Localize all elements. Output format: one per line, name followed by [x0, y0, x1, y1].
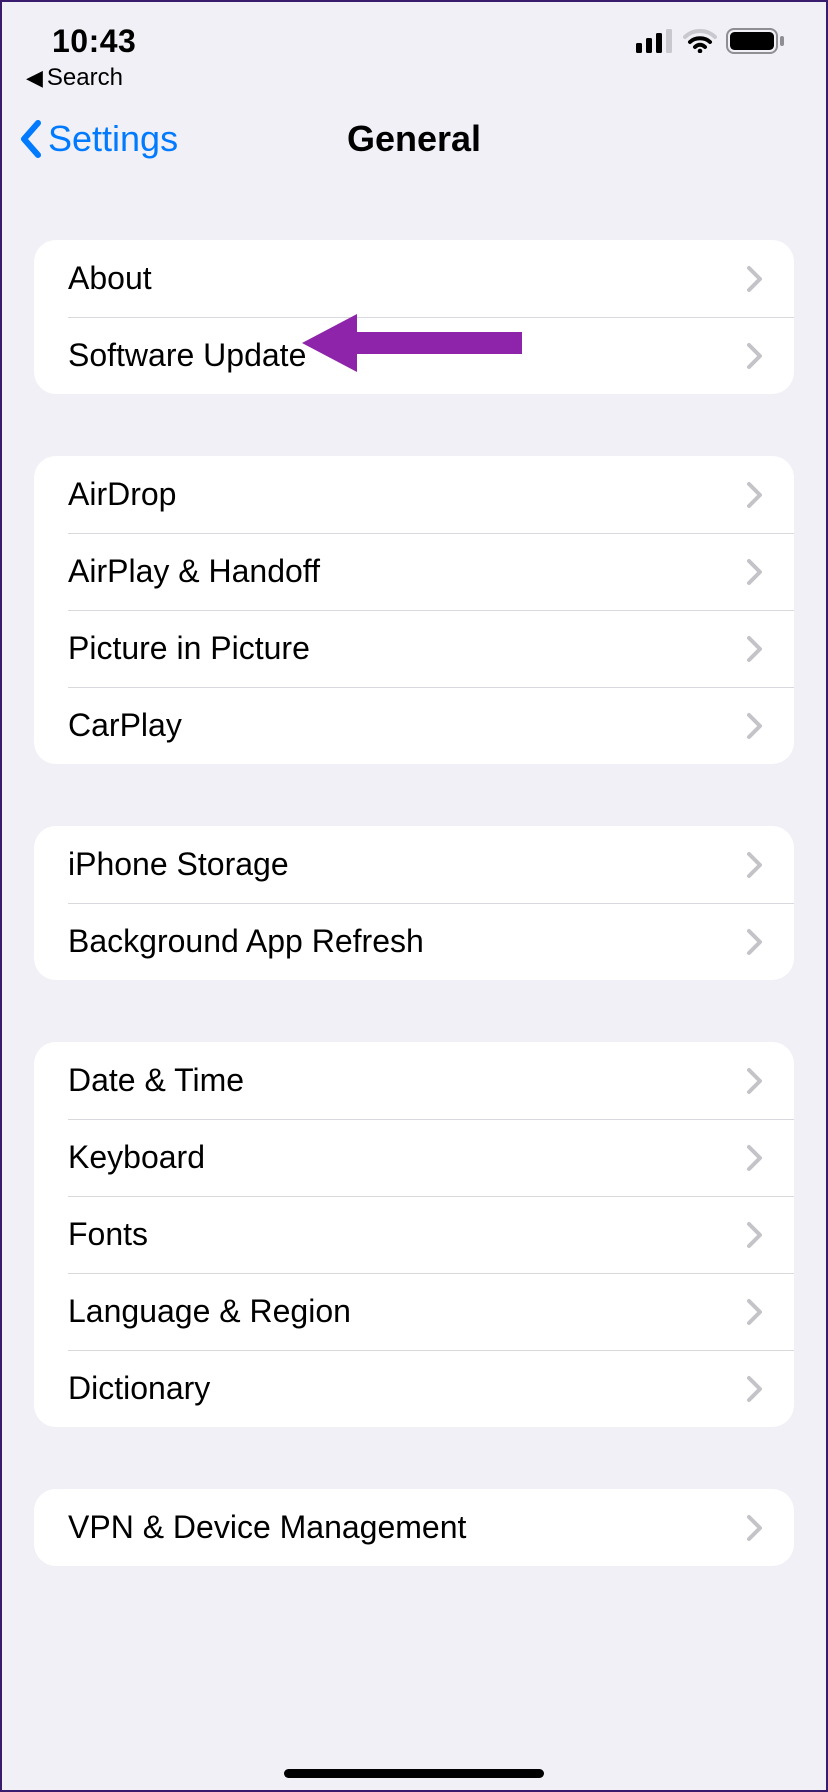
- chevron-right-icon: [746, 342, 764, 370]
- chevron-left-icon: [18, 119, 46, 159]
- row-label: Dictionary: [68, 1370, 210, 1407]
- status-time: 10:43: [52, 23, 136, 60]
- group-3: Date & Time Keyboard Fonts Language & Re…: [34, 1042, 794, 1427]
- chevron-right-icon: [746, 712, 764, 740]
- chevron-right-icon: [746, 635, 764, 663]
- row-label: About: [68, 260, 152, 297]
- wifi-icon: [683, 29, 717, 53]
- chevron-right-icon: [746, 1298, 764, 1326]
- row-software-update[interactable]: Software Update: [34, 317, 794, 394]
- row-label: Keyboard: [68, 1139, 205, 1176]
- cellular-icon: [636, 29, 674, 53]
- row-label: AirPlay & Handoff: [68, 553, 320, 590]
- row-label: Picture in Picture: [68, 630, 310, 667]
- group-4: VPN & Device Management: [34, 1489, 794, 1566]
- row-label: AirDrop: [68, 476, 176, 513]
- row-background-app-refresh[interactable]: Background App Refresh: [34, 903, 794, 980]
- row-label: Date & Time: [68, 1062, 244, 1099]
- home-indicator[interactable]: [284, 1769, 544, 1778]
- chevron-right-icon: [746, 481, 764, 509]
- row-label: Fonts: [68, 1216, 148, 1253]
- row-keyboard[interactable]: Keyboard: [34, 1119, 794, 1196]
- row-label: Software Update: [68, 337, 306, 374]
- row-picture-in-picture[interactable]: Picture in Picture: [34, 610, 794, 687]
- chevron-right-icon: [746, 851, 764, 879]
- row-date-time[interactable]: Date & Time: [34, 1042, 794, 1119]
- row-airplay-handoff[interactable]: AirPlay & Handoff: [34, 533, 794, 610]
- chevron-right-icon: [746, 1144, 764, 1172]
- breadcrumb-label: Search: [47, 64, 123, 92]
- breadcrumb-search[interactable]: ◀ Search: [2, 62, 826, 92]
- chevron-right-icon: [746, 1375, 764, 1403]
- row-label: Background App Refresh: [68, 923, 424, 960]
- chevron-right-icon: [746, 1067, 764, 1095]
- row-language-region[interactable]: Language & Region: [34, 1273, 794, 1350]
- row-label: CarPlay: [68, 707, 182, 744]
- group-1: AirDrop AirPlay & Handoff Picture in Pic…: [34, 456, 794, 764]
- row-about[interactable]: About: [34, 240, 794, 317]
- row-carplay[interactable]: CarPlay: [34, 687, 794, 764]
- row-iphone-storage[interactable]: iPhone Storage: [34, 826, 794, 903]
- battery-icon: [726, 28, 786, 54]
- group-2: iPhone Storage Background App Refresh: [34, 826, 794, 980]
- chevron-right-icon: [746, 928, 764, 956]
- settings-content: About Software Update AirDrop AirPlay & …: [2, 180, 826, 1566]
- status-bar: 10:43: [2, 2, 826, 62]
- page-title: General: [347, 118, 481, 160]
- status-right: [636, 28, 786, 54]
- row-label: iPhone Storage: [68, 846, 289, 883]
- back-button[interactable]: Settings: [2, 118, 178, 160]
- chevron-right-icon: [746, 1221, 764, 1249]
- chevron-right-icon: [746, 558, 764, 586]
- breadcrumb-back-arrow-icon: ◀: [26, 65, 43, 91]
- group-0: About Software Update: [34, 240, 794, 394]
- chevron-right-icon: [746, 265, 764, 293]
- row-label: Language & Region: [68, 1293, 351, 1330]
- row-fonts[interactable]: Fonts: [34, 1196, 794, 1273]
- row-dictionary[interactable]: Dictionary: [34, 1350, 794, 1427]
- row-label: VPN & Device Management: [68, 1509, 466, 1546]
- back-label: Settings: [48, 118, 178, 160]
- row-airdrop[interactable]: AirDrop: [34, 456, 794, 533]
- row-vpn-device-management[interactable]: VPN & Device Management: [34, 1489, 794, 1566]
- nav-header: Settings General: [2, 98, 826, 180]
- chevron-right-icon: [746, 1514, 764, 1542]
